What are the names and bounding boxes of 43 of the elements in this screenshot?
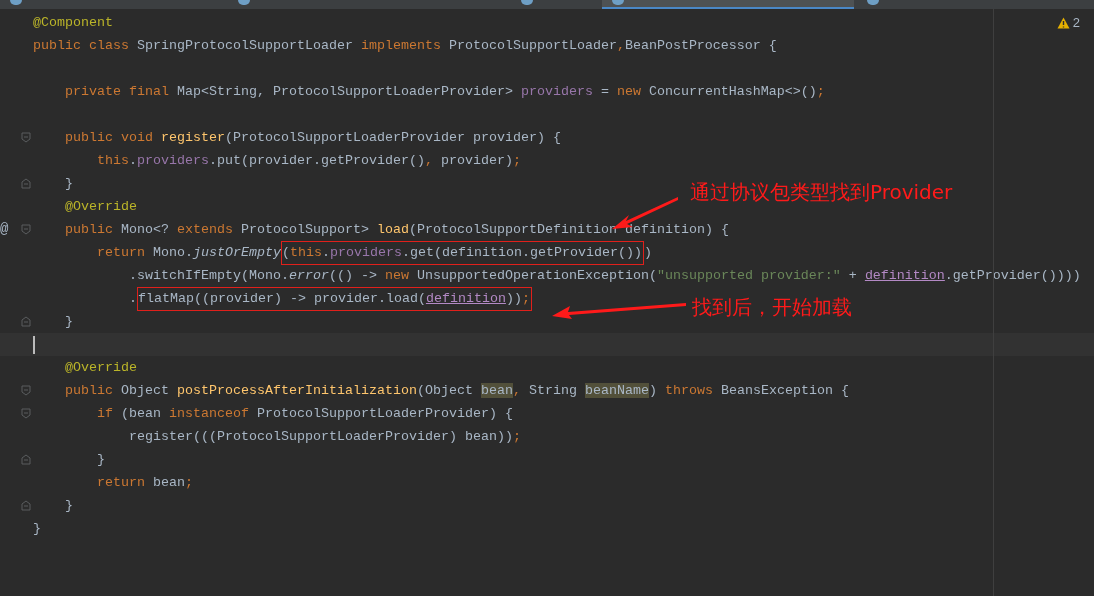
fold-icon[interactable] bbox=[21, 385, 31, 396]
fold-icon[interactable] bbox=[21, 454, 31, 465]
arrow-icon bbox=[552, 303, 686, 319]
code-line: this.providers.put(provider.getProvider(), provider); bbox=[96, 151, 521, 170]
file-icon bbox=[238, 0, 250, 5]
annotation-text: 找到后，开始加载 bbox=[692, 294, 852, 321]
code-line: .switchIfEmpty(Mono.error(() -> new UnsupportedOperationException("unsupported provider:" + definition.getProvider()))) bbox=[127, 266, 1081, 285]
code-line: @Override bbox=[64, 197, 137, 216]
code-text: ) bbox=[643, 243, 652, 262]
code-line: public void register(ProtocolSupportLoaderProvider provider) { bbox=[64, 128, 561, 147]
fold-icon[interactable] bbox=[21, 132, 31, 143]
code-line: private final Map<String, ProtocolSupportLoaderProvider> providers = new ConcurrentHashMap<>(); bbox=[64, 82, 825, 101]
warning-icon[interactable] bbox=[1056, 16, 1070, 29]
file-icon bbox=[867, 0, 879, 5]
fold-icon[interactable] bbox=[21, 316, 31, 327]
code-line: } bbox=[64, 312, 73, 331]
gutter-marker[interactable]: @ bbox=[0, 219, 9, 240]
code-text: . bbox=[127, 289, 137, 308]
warning-count: 2 bbox=[1072, 14, 1080, 32]
file-icon bbox=[612, 0, 624, 5]
fold-icon[interactable] bbox=[21, 178, 31, 189]
fold-icon[interactable] bbox=[21, 224, 31, 235]
code-line: public Object postProcessAfterInitialization(Object bean, String beanName) throws BeansException { bbox=[64, 381, 849, 400]
code-line: public class SpringProtocolSupportLoader implements ProtocolSupportLoader,BeanPostProcessor { bbox=[33, 36, 777, 55]
code-line: if (bean instanceof ProtocolSupportLoaderProvider) { bbox=[96, 404, 513, 423]
code-text: return Mono.justOrEmpty bbox=[96, 243, 281, 262]
code-line: @Component bbox=[33, 13, 113, 32]
code-text: flatMap((provider) -> provider.load(definition)); bbox=[138, 289, 530, 308]
code-line: register(((ProtocolSupportLoaderProvider) bean)); bbox=[127, 427, 521, 446]
file-icon bbox=[10, 0, 22, 5]
editor-tab[interactable] bbox=[602, 0, 854, 9]
file-icon bbox=[521, 0, 533, 5]
code-line: } bbox=[64, 174, 73, 193]
annotation-text: 通过协议包类型找到Provider bbox=[690, 179, 953, 206]
code-line: } bbox=[64, 496, 73, 515]
fold-icon[interactable] bbox=[21, 408, 31, 419]
code-line: return bean; bbox=[96, 473, 193, 492]
code-line: @Override bbox=[64, 358, 137, 377]
code-line: } bbox=[96, 450, 105, 469]
code-line: } bbox=[33, 519, 41, 538]
code-line: public Mono<? extends ProtocolSupport> load(ProtocolSupportDefinition definition) { bbox=[64, 220, 729, 239]
fold-icon[interactable] bbox=[21, 500, 31, 511]
code-text: (this.providers.get(definition.getProvider()) bbox=[281, 243, 642, 262]
